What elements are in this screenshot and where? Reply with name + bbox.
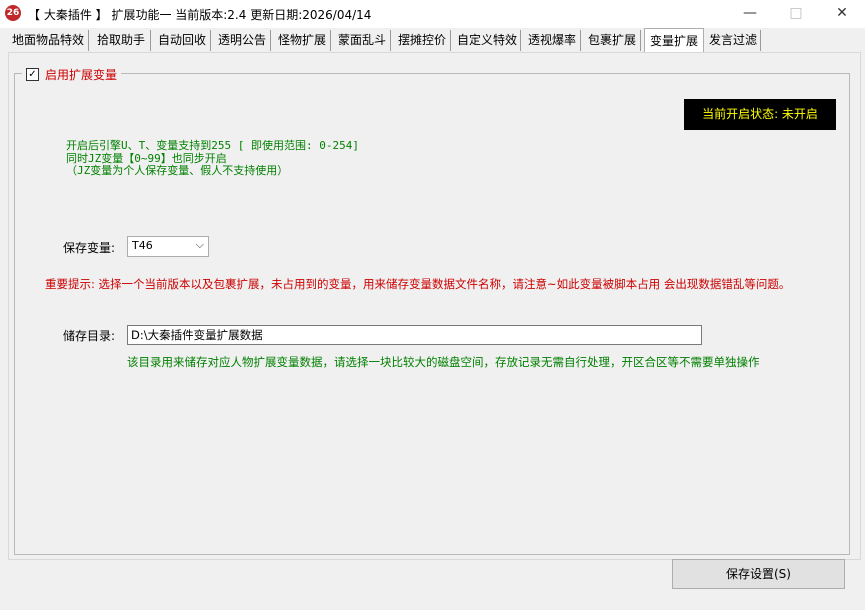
tab-pickup-helper[interactable]: 拾取助手 xyxy=(92,30,151,51)
tab-bag-ext[interactable]: 包裹扩展 xyxy=(584,30,641,51)
enable-ext-vars[interactable]: ✓ 启用扩展变量 xyxy=(22,66,122,82)
tab-stall-price[interactable]: 摆摊控价 xyxy=(394,30,451,51)
app-logo-icon: 26 xyxy=(5,5,21,21)
tab-drop-rate[interactable]: 透视爆率 xyxy=(524,30,581,51)
storage-dir-input[interactable]: D:\大秦插件变量扩展数据 xyxy=(127,325,702,345)
save-var-value: T46 xyxy=(132,239,153,252)
warning-text: 重要提示: 选择一个当前版本以及包裹扩展，未占用到的变量，用来储存变量数据文件名… xyxy=(45,277,791,291)
storage-hint: 该目录用来储存对应人物扩展变量数据，请选择一块比较大的磁盘空间，存放记录无需自行… xyxy=(127,355,760,369)
tab-auto-recycle[interactable]: 自动回收 xyxy=(154,30,211,51)
tab-transparent-notice[interactable]: 透明公告 xyxy=(214,30,271,51)
tab-monster-ext[interactable]: 怪物扩展 xyxy=(274,30,331,51)
chevron-down-icon: ⌵ xyxy=(195,238,204,251)
save-settings-button[interactable]: 保存设置(S) xyxy=(672,559,845,589)
enable-checkbox-label: 启用扩展变量 xyxy=(45,67,118,82)
save-var-label: 保存变量: xyxy=(63,241,116,255)
info-line-3: （JZ变量为个人保存变量、假人不支持使用） xyxy=(66,164,289,177)
storage-dir-label: 储存目录: xyxy=(63,329,116,343)
maximize-button[interactable]: □ xyxy=(773,0,819,28)
window-title: 【 大秦插件 】 扩展功能一 当前版本:2.4 更新日期:2026/04/14 xyxy=(28,8,372,22)
minimize-button[interactable]: — xyxy=(727,0,773,28)
enable-checkbox[interactable]: ✓ xyxy=(26,67,39,81)
tab-chat-filter[interactable]: 发言过滤 xyxy=(706,30,761,51)
close-button[interactable]: ✕ xyxy=(819,0,865,28)
storage-dir-value: D:\大秦插件变量扩展数据 xyxy=(131,328,263,342)
tab-variable-ext[interactable]: 变量扩展 xyxy=(644,28,704,53)
title-bar: 26 【 大秦插件 】 扩展功能一 当前版本:2.4 更新日期:2026/04/… xyxy=(0,0,865,28)
save-var-select[interactable]: T46 ⌵ xyxy=(127,236,209,257)
status-indicator: 当前开启状态: 未开启 xyxy=(684,99,836,130)
tab-ground-item-effects[interactable]: 地面物品特效 xyxy=(8,30,89,51)
tab-custom-effects[interactable]: 自定义特效 xyxy=(454,30,521,51)
tab-masked-brawl[interactable]: 蒙面乱斗 xyxy=(334,30,391,51)
